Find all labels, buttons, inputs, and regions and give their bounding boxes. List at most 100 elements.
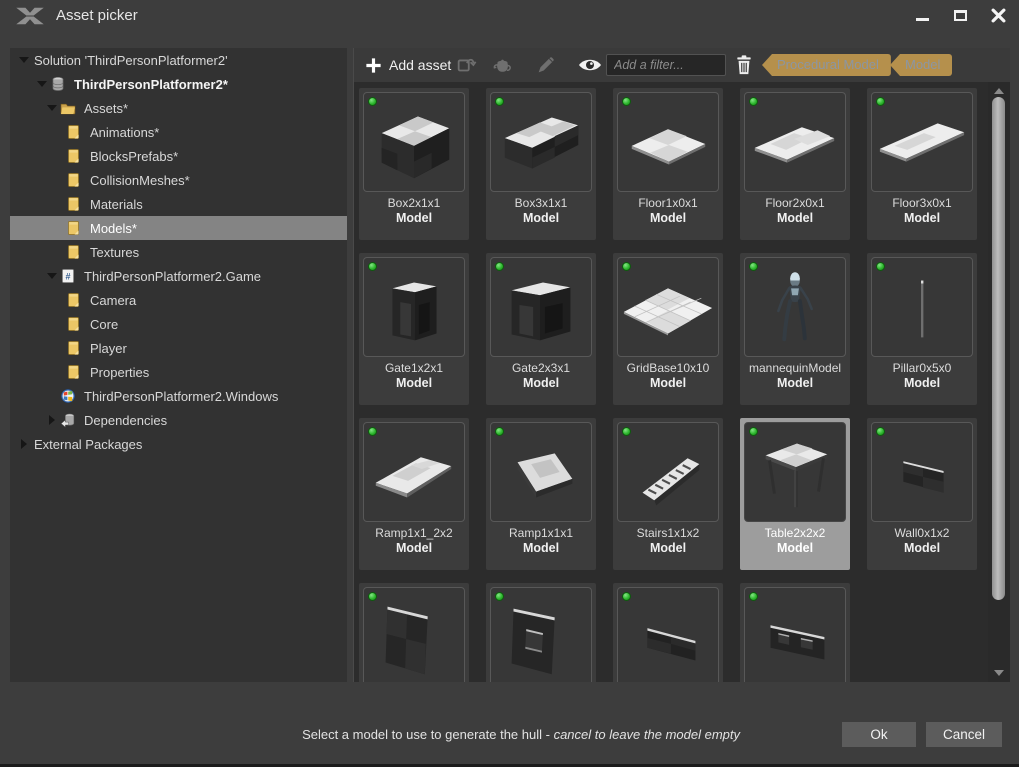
close-button[interactable]	[987, 4, 1009, 26]
asset-card-floor1x0x1[interactable]: Floor1x0x1Model	[613, 88, 723, 240]
asset-name: mannequinModel	[740, 361, 850, 375]
maximize-icon	[954, 10, 967, 21]
folder-icon	[66, 124, 82, 140]
expander-down-icon[interactable]	[16, 48, 32, 72]
tree-item-dependencies[interactable]: Dependencies	[10, 408, 347, 432]
tree-item-label: Models*	[90, 221, 137, 236]
asset-type-label: Model	[359, 211, 469, 225]
asset-card-box2x1x1[interactable]: Box2x1x1Model	[359, 88, 469, 240]
folder-icon	[66, 148, 82, 164]
asset-card-partial-15[interactable]	[359, 583, 469, 682]
tree-item-player[interactable]: Player	[10, 336, 347, 360]
tree-item-blocksprefabs[interactable]: BlocksPrefabs*	[10, 144, 347, 168]
filter-tag-model[interactable]: Model	[890, 54, 952, 76]
asset-name: Box3x1x1	[486, 196, 596, 210]
folder-icon	[66, 220, 82, 236]
asset-name: Box2x1x1	[359, 196, 469, 210]
asset-card-pillar0x5x0[interactable]: Pillar0x5x0Model	[867, 253, 977, 405]
status-dot-icon	[495, 262, 504, 271]
edit-asset-button[interactable]	[532, 48, 560, 82]
tree-item-animations[interactable]: Animations*	[10, 120, 347, 144]
asset-card-gate2x3x1[interactable]: Gate2x3x1Model	[486, 253, 596, 405]
asset-thumbnail	[617, 587, 719, 682]
asset-thumbnail	[490, 92, 592, 192]
scrollbar-thumb[interactable]	[992, 97, 1005, 600]
asset-thumbnail	[871, 257, 973, 357]
tree-item-models[interactable]: Models*	[10, 216, 347, 240]
tree-item-camera[interactable]: Camera	[10, 288, 347, 312]
asset-card-partial-18[interactable]	[740, 583, 850, 682]
asset-name: Ramp1x1x1	[486, 526, 596, 540]
asset-thumbnail	[617, 92, 719, 192]
asset-card-gridbase10x10[interactable]: GridBase10x10Model	[613, 253, 723, 405]
expander-down-icon[interactable]	[44, 96, 60, 120]
folder-icon	[66, 292, 82, 308]
asset-card-floor3x0x1[interactable]: Floor3x0x1Model	[867, 88, 977, 240]
cancel-button[interactable]: Cancel	[926, 722, 1002, 747]
ok-button[interactable]: Ok	[842, 722, 916, 747]
asset-name: Gate1x2x1	[359, 361, 469, 375]
filter-tag-procedural-model[interactable]: Procedural Model	[762, 54, 891, 76]
asset-card-ramp1x1-2x2[interactable]: Ramp1x1_2x2Model	[359, 418, 469, 570]
tree-item-materials[interactable]: Materials	[10, 192, 347, 216]
expander-right-icon[interactable]	[16, 432, 32, 456]
asset-card-box3x1x1[interactable]: Box3x1x1Model	[486, 88, 596, 240]
asset-toolbar: Add asset	[354, 48, 1010, 82]
asset-thumbnail	[744, 587, 846, 682]
status-dot-icon	[368, 592, 377, 601]
asset-type-label: Model	[359, 376, 469, 390]
asset-thumbnail	[871, 422, 973, 522]
asset-card-partial-17[interactable]	[613, 583, 723, 682]
expander-right-icon[interactable]	[44, 408, 60, 432]
grid-scrollbar[interactable]	[988, 82, 1010, 682]
titlebar[interactable]: Asset picker	[0, 0, 1019, 30]
tree-item-label: Textures	[90, 245, 139, 260]
asset-card-gate1x2x1[interactable]: Gate1x2x1Model	[359, 253, 469, 405]
scroll-up-icon[interactable]	[988, 84, 1010, 98]
asset-type-label: Model	[867, 376, 977, 390]
asset-card-mannequinmodel[interactable]: mannequinModelModel	[740, 253, 850, 405]
asset-card-stairs1x1x2[interactable]: Stairs1x1x2Model	[613, 418, 723, 570]
asset-thumbnail	[744, 92, 846, 192]
tree-item-properties[interactable]: Properties	[10, 360, 347, 384]
tree-item-external-packages[interactable]: External Packages	[10, 432, 347, 456]
minimize-button[interactable]	[911, 4, 933, 26]
tree-item-solution-thirdpersonplatformer2[interactable]: Solution 'ThirdPersonPlatformer2'	[10, 48, 347, 72]
asset-name: Table2x2x2	[740, 526, 850, 540]
add-asset-button[interactable]: Add asset	[364, 48, 451, 82]
tree-item-label: Assets*	[84, 101, 128, 116]
tree-item-assets[interactable]: Assets*	[10, 96, 347, 120]
asset-card-wall0x1x2[interactable]: Wall0x1x2Model	[867, 418, 977, 570]
trash-icon	[734, 54, 754, 76]
tree-item-textures[interactable]: Textures	[10, 240, 347, 264]
status-dot-icon	[749, 262, 758, 271]
asset-card-ramp1x1x1[interactable]: Ramp1x1x1Model	[486, 418, 596, 570]
tree-item-thirdpersonplatformer2-windows[interactable]: ThirdPersonPlatformer2.Windows	[10, 384, 347, 408]
tree-item-label: Properties	[90, 365, 149, 380]
asset-card-table2x2x2[interactable]: Table2x2x2Model	[740, 418, 850, 570]
expander-down-icon[interactable]	[44, 264, 60, 288]
tree-item-thirdpersonplatformer2-game[interactable]: #ThirdPersonPlatformer2.Game	[10, 264, 347, 288]
status-dot-icon	[876, 97, 885, 106]
tree-item-collisionmeshes[interactable]: CollisionMeshes*	[10, 168, 347, 192]
asset-card-partial-16[interactable]	[486, 583, 596, 682]
expander-spacer	[44, 384, 60, 408]
scroll-down-icon[interactable]	[988, 666, 1010, 680]
asset-thumbnail	[363, 257, 465, 357]
close-icon	[991, 8, 1006, 23]
asset-thumbnail	[363, 587, 465, 682]
tree-item-core[interactable]: Core	[10, 312, 347, 336]
import-asset-button[interactable]	[452, 48, 480, 82]
asset-card-floor2x0x1[interactable]: Floor2x0x1Model	[740, 88, 850, 240]
expander-down-icon[interactable]	[34, 72, 50, 96]
delete-filter-button[interactable]	[730, 48, 758, 82]
create-primitive-button[interactable]	[488, 48, 516, 82]
maximize-button[interactable]	[949, 4, 971, 26]
view-options-button[interactable]	[575, 48, 605, 82]
status-dot-icon	[622, 262, 631, 271]
tree-item-label: Camera	[90, 293, 136, 308]
status-dot-icon	[749, 427, 758, 436]
tree-item-thirdpersonplatformer2[interactable]: ThirdPersonPlatformer2*	[10, 72, 347, 96]
asset-type-label: Model	[740, 211, 850, 225]
filter-input[interactable]	[606, 54, 726, 76]
